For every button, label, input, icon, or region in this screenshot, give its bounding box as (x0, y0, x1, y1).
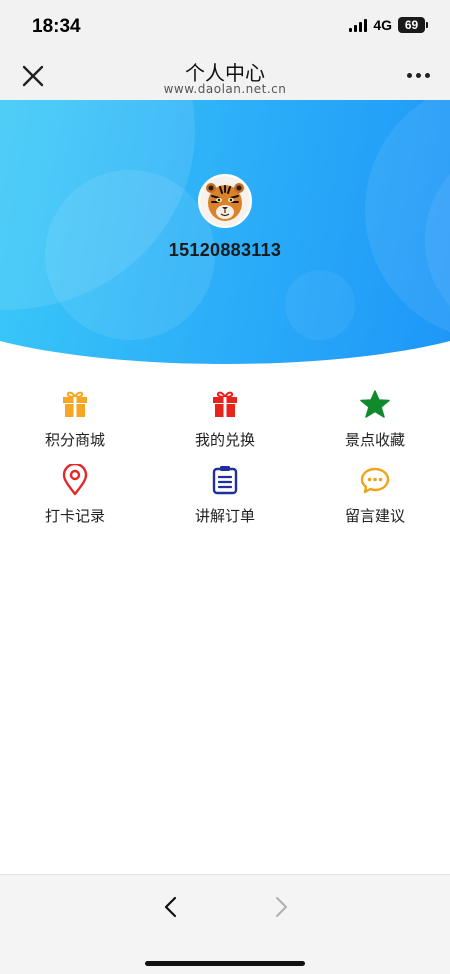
back-button[interactable] (158, 893, 186, 921)
status-time: 18:34 (32, 16, 81, 37)
menu-item-my-exchange[interactable]: 我的兑换 (150, 384, 300, 460)
menu-label: 我的兑换 (194, 431, 255, 449)
star-icon (359, 388, 391, 420)
home-indicator[interactable] (145, 961, 305, 966)
tiger-avatar-image (200, 176, 250, 226)
battery-icon: 69 (398, 17, 428, 33)
profile-banner: 15120883113 (0, 100, 450, 364)
status-indicators: 4G 69 (349, 17, 428, 33)
bottom-toolbar (0, 874, 450, 974)
chevron-right-icon (276, 897, 287, 917)
more-dots-icon (407, 73, 412, 78)
menu-label: 景点收藏 (344, 431, 405, 449)
chat-bubble-icon (359, 464, 391, 496)
page-url: www.daolan.net.cn (163, 82, 287, 96)
menu-item-guide-orders[interactable]: 讲解订单 (150, 460, 300, 536)
user-phone-number: 15120883113 (168, 240, 282, 260)
menu-item-scenic-favorites[interactable]: 景点收藏 (300, 384, 450, 460)
gift-icon (59, 388, 91, 420)
avatar[interactable] (198, 174, 252, 228)
forward-button[interactable] (266, 893, 294, 921)
banner-background (0, 100, 450, 364)
menu-label: 留言建议 (344, 507, 405, 525)
status-bar: 18:34 4G 69 (0, 0, 450, 52)
menu-grid: 积分商城 我的兑换 景点收藏 打卡记录 讲解订单 留言建议 (0, 384, 450, 536)
menu-item-feedback[interactable]: 留言建议 (300, 460, 450, 536)
menu-item-points-mall[interactable]: 积分商城 (0, 384, 150, 460)
gift-icon (209, 388, 241, 420)
signal-icon (349, 18, 368, 32)
menu-label: 讲解订单 (194, 507, 255, 525)
network-type: 4G (373, 17, 392, 33)
battery-level: 69 (398, 17, 425, 33)
menu-item-checkin-records[interactable]: 打卡记录 (0, 460, 150, 536)
menu-label: 积分商城 (44, 431, 105, 449)
clipboard-list-icon (209, 464, 241, 496)
chevron-left-icon (164, 896, 177, 918)
menu-label: 打卡记录 (44, 507, 105, 525)
more-options-button[interactable] (407, 73, 430, 78)
nav-bar: 个人中心 www.daolan.net.cn (0, 52, 450, 100)
location-pin-icon (59, 464, 91, 496)
